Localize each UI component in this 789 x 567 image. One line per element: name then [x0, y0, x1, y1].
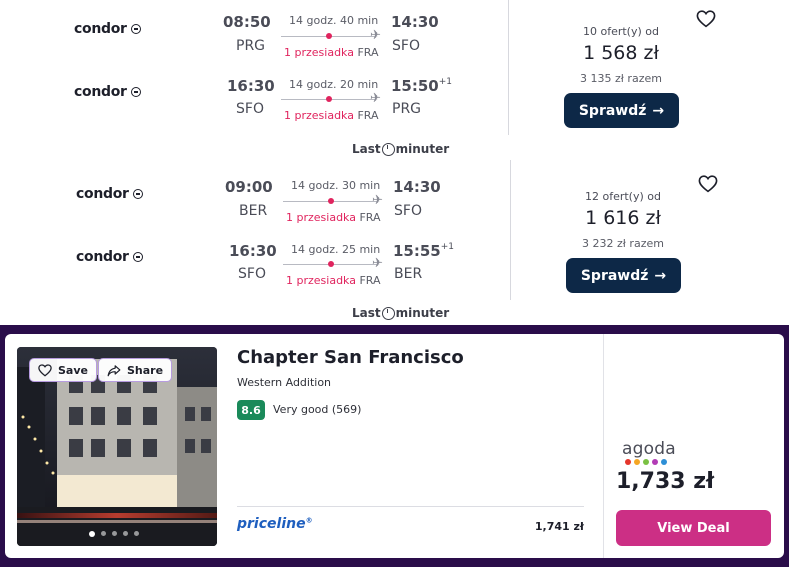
- arrival-airport: SFO: [394, 203, 422, 219]
- price-total: 3 232 zł razem: [582, 237, 664, 250]
- departure-time: 16:30: [227, 77, 275, 95]
- departure-airport: SFO: [238, 266, 266, 282]
- rating-score-badge: 8.6: [237, 400, 265, 420]
- hotel-neighborhood: Western Addition: [237, 376, 332, 389]
- hotel-price: 1,733 zł: [616, 469, 715, 494]
- airline-name: condor: [76, 186, 129, 202]
- check-offer-button[interactable]: Sprawdź →: [564, 93, 679, 128]
- save-button[interactable]: Save: [29, 358, 97, 382]
- check-offer-label: Sprawdź: [580, 267, 649, 284]
- airline-name: condor: [74, 21, 127, 37]
- airline-mark-icon: [132, 189, 143, 199]
- carousel-dot[interactable]: [134, 531, 139, 536]
- provider-name-part: minuter: [395, 306, 450, 320]
- heart-icon: [38, 363, 52, 377]
- arrival-airport: SFO: [392, 38, 420, 54]
- favorite-heart-icon[interactable]: [696, 10, 716, 28]
- plane-icon: ✈: [372, 193, 383, 208]
- card-divider: [510, 160, 511, 300]
- flight-duration: 14 godz. 25 min: [291, 243, 381, 256]
- stop-dot: [328, 198, 334, 204]
- priceline-name: priceline: [237, 516, 306, 532]
- price-total: 3 135 zł razem: [580, 72, 662, 85]
- departure-airport: SFO: [236, 101, 264, 117]
- clock-icon: [381, 142, 395, 156]
- flight-duration: 14 godz. 20 min: [289, 78, 379, 91]
- share-label: Share: [127, 363, 164, 377]
- arrival-airport: BER: [394, 266, 423, 282]
- hotel-card-divider: [603, 334, 604, 558]
- price-per-person: 1 568 zł: [583, 42, 659, 64]
- card-divider: [508, 0, 509, 135]
- price-per-person: 1 616 zł: [585, 207, 661, 229]
- airline-name: condor: [74, 84, 127, 100]
- agoda-logo: agoda: [622, 439, 676, 459]
- hotel-divider: [237, 506, 584, 507]
- departure-airport: PRG: [236, 38, 266, 54]
- registered-mark: ®: [305, 516, 313, 525]
- departure-time: 16:30: [229, 242, 277, 260]
- arrival-time: 14:30: [391, 13, 439, 31]
- stops-info: 1 przesiadka FRA: [284, 46, 379, 59]
- stops-info: 1 przesiadka FRA: [286, 211, 381, 224]
- airline-logo: condor: [74, 21, 141, 37]
- airline-mark-icon: [130, 24, 141, 34]
- stops-info: 1 przesiadka FRA: [286, 274, 381, 287]
- arrival-time: 14:30: [393, 178, 441, 196]
- departure-time: 08:50: [223, 13, 271, 31]
- check-offer-label: Sprawdź: [578, 102, 647, 119]
- flight-duration: 14 godz. 40 min: [289, 14, 379, 27]
- stop-dot: [326, 96, 332, 102]
- plane-icon: ✈: [370, 91, 381, 106]
- view-deal-button[interactable]: View Deal: [616, 510, 771, 546]
- offers-count: 12 ofert(y) od: [584, 190, 661, 203]
- arrival-airport: PRG: [392, 101, 422, 117]
- airline-logo: condor: [76, 186, 143, 202]
- arrow-right-icon: →: [654, 267, 667, 284]
- carousel-dot[interactable]: [112, 531, 117, 536]
- stop-dot: [326, 33, 332, 39]
- arrival-time: 15:55+1: [393, 242, 455, 260]
- airline-mark-icon: [130, 87, 141, 97]
- provider-name-part: minuter: [395, 142, 450, 156]
- share-icon: [107, 364, 121, 376]
- provider-logo: Last minuter: [352, 142, 449, 156]
- check-offer-button[interactable]: Sprawdź →: [566, 258, 681, 293]
- priceline-logo[interactable]: priceline®: [237, 516, 313, 532]
- airline-logo: condor: [74, 84, 141, 100]
- airline-logo: condor: [76, 249, 143, 265]
- plane-icon: ✈: [370, 28, 381, 43]
- alt-provider-price[interactable]: 1,741 zł: [520, 520, 584, 533]
- favorite-heart-icon[interactable]: [698, 175, 718, 193]
- carousel-dot[interactable]: [101, 531, 106, 536]
- departure-airport: BER: [239, 203, 268, 219]
- provider-logo: Last minuter: [352, 306, 449, 320]
- hotel-name[interactable]: Chapter San Francisco: [237, 347, 464, 368]
- flight-result-card[interactable]: condor 08:50 PRG 14 godz. 40 min ✈ 1 prz…: [0, 0, 789, 165]
- arrow-right-icon: →: [652, 102, 665, 119]
- share-button[interactable]: Share: [98, 358, 173, 382]
- stops-info: 1 przesiadka FRA: [284, 109, 379, 122]
- offers-count: 10 ofert(y) od: [582, 25, 659, 38]
- airline-name: condor: [76, 249, 129, 265]
- carousel-dot[interactable]: [89, 531, 95, 537]
- provider-name-part: Last: [352, 142, 381, 156]
- flight-result-card[interactable]: condor 09:00 BER 14 godz. 30 min ✈ 1 prz…: [0, 160, 789, 325]
- stop-dot: [328, 261, 334, 267]
- photo-carousel-dots[interactable]: [89, 531, 139, 537]
- carousel-dot[interactable]: [123, 531, 128, 536]
- agoda-logo-dots: [625, 459, 667, 465]
- airline-mark-icon: [132, 252, 143, 262]
- plane-icon: ✈: [372, 256, 383, 271]
- rating-text: Very good (569): [273, 403, 362, 416]
- departure-time: 09:00: [225, 178, 273, 196]
- save-label: Save: [58, 363, 88, 377]
- arrival-time: 15:50+1: [391, 77, 453, 95]
- flight-duration: 14 godz. 30 min: [291, 179, 381, 192]
- clock-icon: [381, 306, 395, 320]
- provider-name-part: Last: [352, 306, 381, 320]
